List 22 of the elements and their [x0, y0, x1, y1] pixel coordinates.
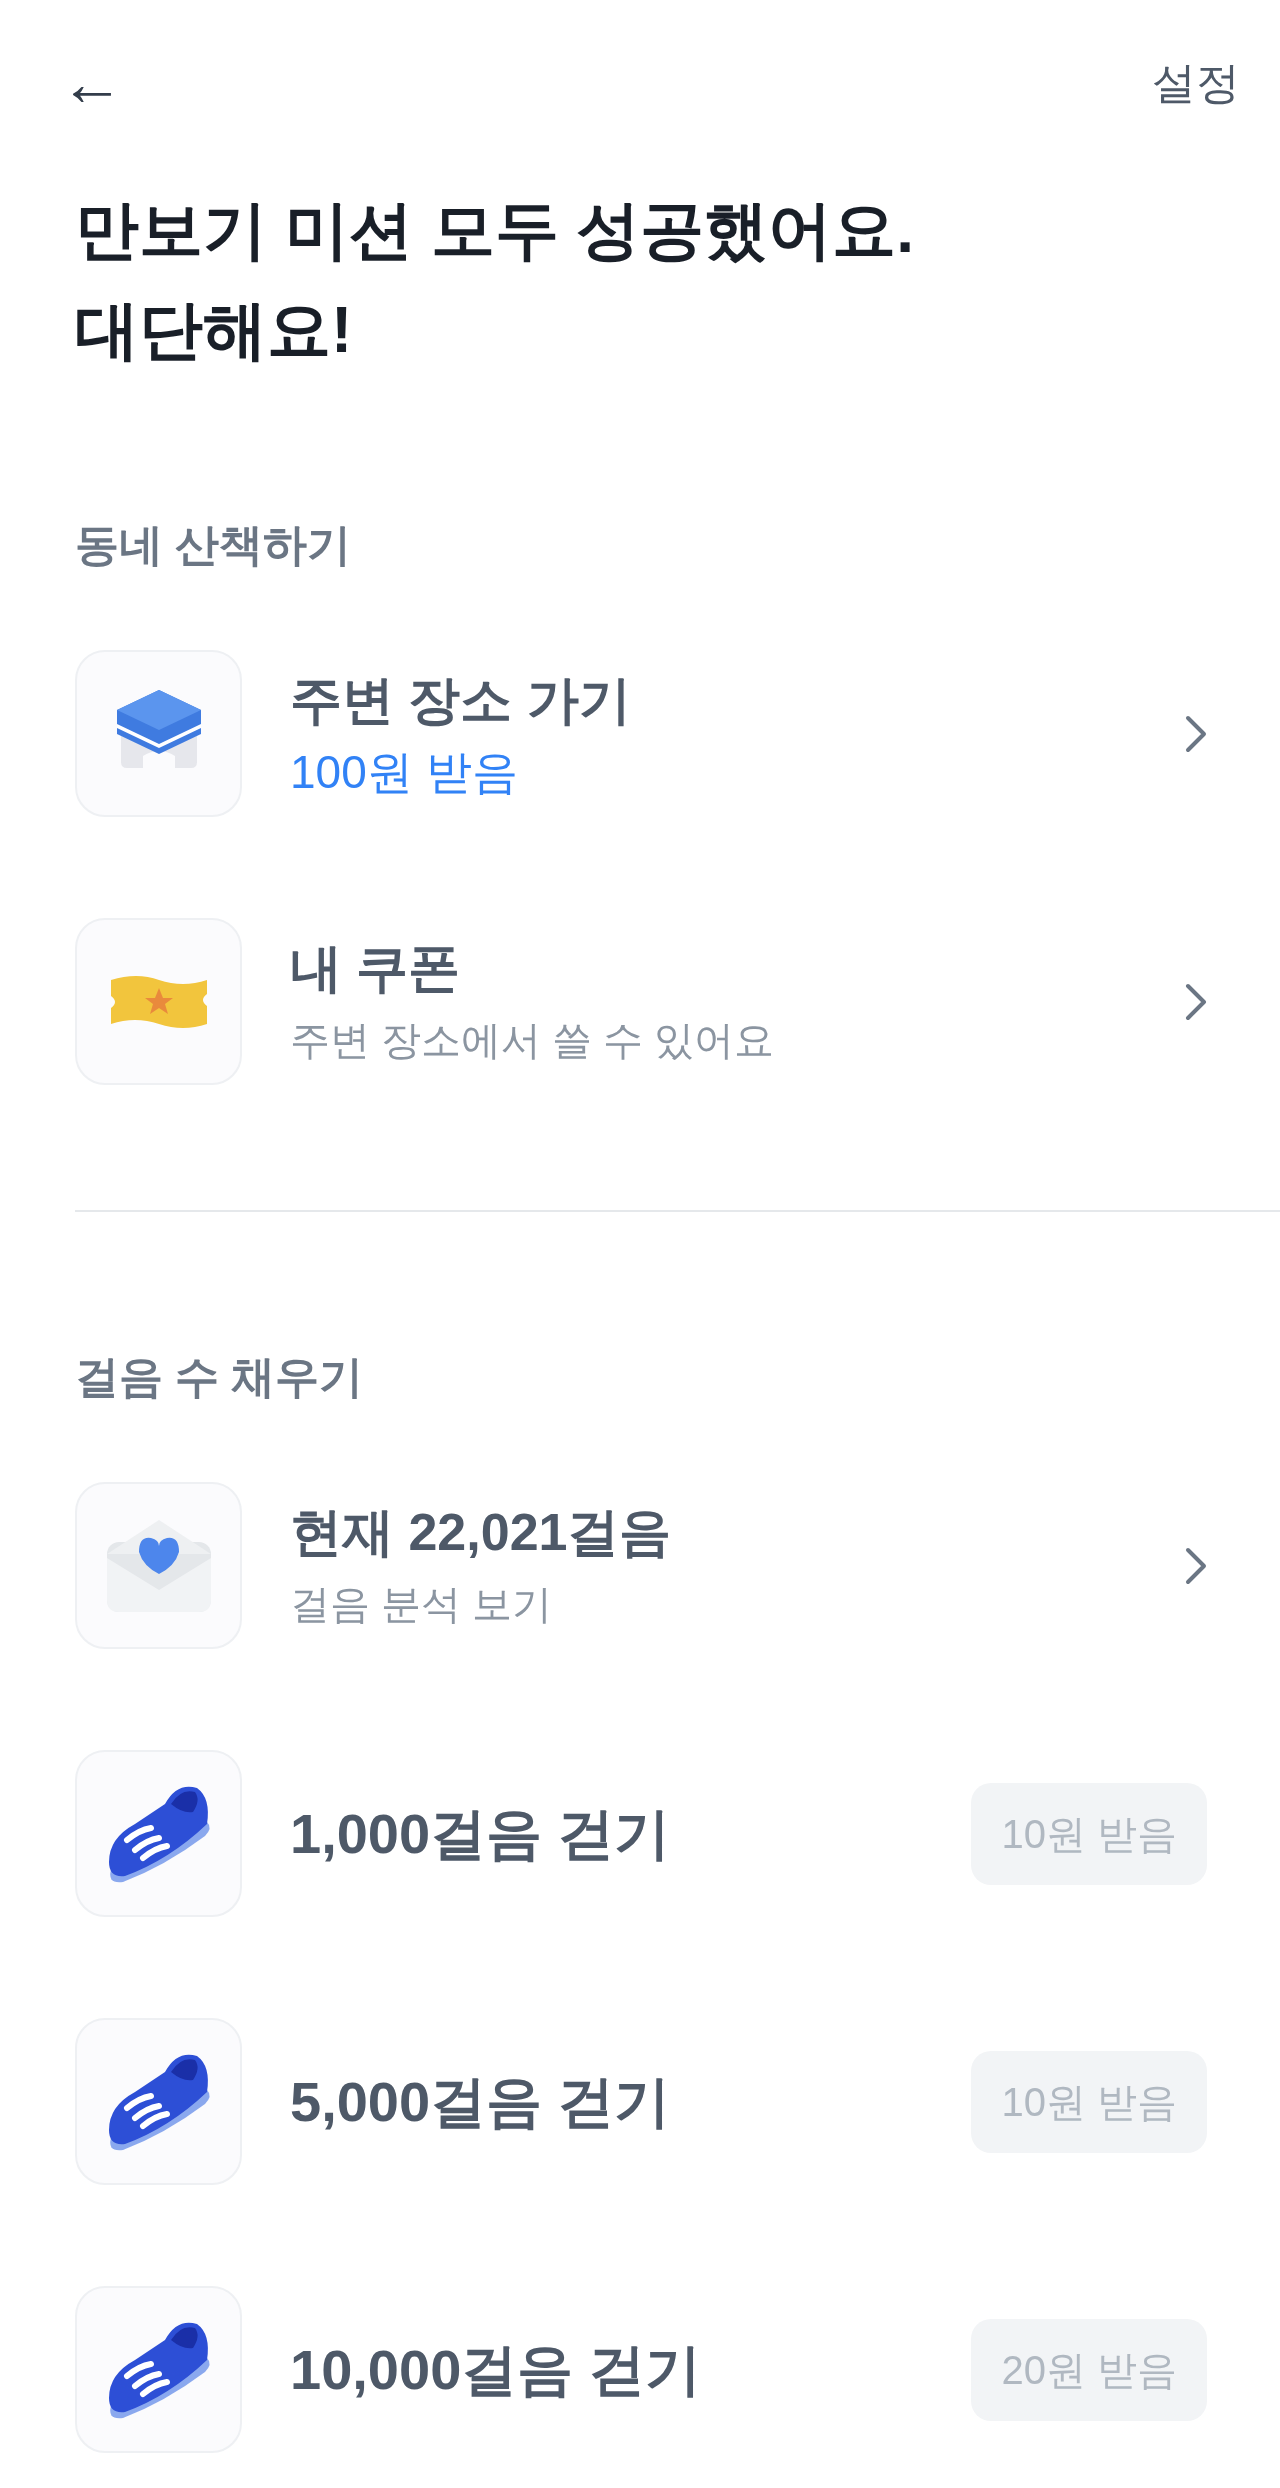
item-title: 1,000걸음 걷기	[290, 1800, 671, 1867]
item-subtitle: 100원 받음	[290, 744, 519, 799]
list-item[interactable]: 내 쿠폰 주변 장소에서 쓸 수 있어요	[242, 918, 1207, 1085]
chevron-right-icon	[1185, 1546, 1207, 1585]
item-title: 10,000걸음 걷기	[290, 2336, 702, 2403]
settings-link[interactable]: 설정	[1152, 50, 1240, 116]
envelope-icon	[104, 1517, 213, 1614]
back-button[interactable]: ←	[60, 51, 124, 115]
list-item[interactable]: 주변 장소 가기 100원 받음	[242, 650, 1207, 817]
item-subtitle: 주변 장소에서 쓸 수 있어요	[290, 1016, 776, 1064]
chevron-right-icon	[1185, 714, 1207, 753]
item-title: 주변 장소 가기	[290, 669, 632, 731]
page-title: 대단해요!	[75, 293, 354, 368]
page-title: 만보기 미션 모두 성공했어요.	[75, 193, 916, 268]
item-title: 현재 22,021걸음	[290, 1501, 673, 1563]
item-subtitle: 걸음 분석 보기	[290, 1580, 554, 1628]
section-heading: 걸음 수 채우기	[75, 1352, 364, 1401]
chevron-right-icon	[1185, 982, 1207, 1021]
item-title: 내 쿠폰	[290, 937, 462, 999]
item-title: 5,000걸음 걷기	[290, 2068, 671, 2135]
section-heading: 동네 산책하기	[75, 520, 352, 569]
list-item[interactable]: 현재 22,021걸음 걸음 분석 보기	[242, 1482, 1207, 1649]
